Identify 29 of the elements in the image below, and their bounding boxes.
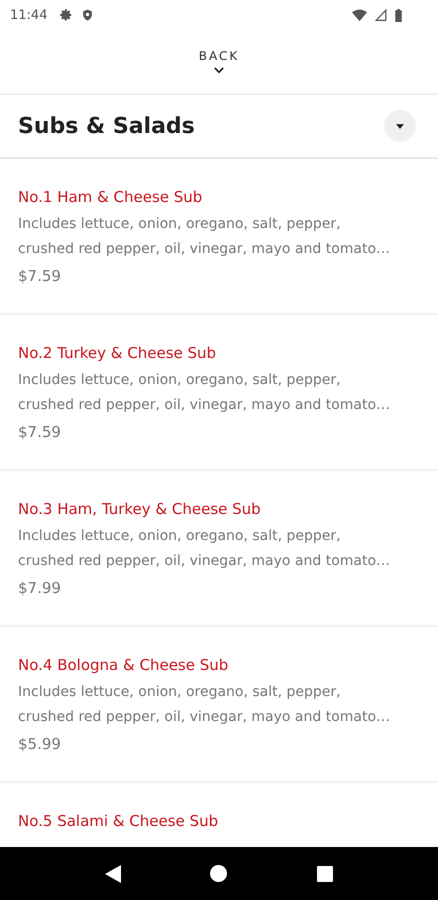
gear-icon — [59, 8, 74, 22]
item-name: No.1 Ham & Cheese Sub — [18, 187, 202, 207]
wifi-icon — [352, 8, 367, 22]
item-name: No.4 Bologna & Cheese Sub — [18, 655, 228, 675]
section-title: Subs & Salads — [18, 114, 195, 138]
item-name: No.3 Ham, Turkey & Cheese Sub — [18, 499, 261, 519]
menu-item[interactable]: No.3 Ham, Turkey & Cheese Sub Includes lettuce, onion, oregano, salt, pepper, crushed red pepper, oil, vinegar, mayo and tomato… $7.99 — [0, 471, 438, 627]
item-description: Includes lettuce, onion, oregano, salt, pepper, crushed red pepper, oil, vinegar, mayo and tomato… — [18, 527, 390, 571]
clock: 11:44 — [10, 8, 48, 22]
item-price: $7.59 — [18, 422, 61, 443]
battery-icon — [395, 8, 402, 22]
item-name: No.2 Turkey & Cheese Sub — [18, 343, 216, 363]
shield-icon — [81, 8, 94, 22]
home-nav-icon[interactable] — [210, 865, 228, 882]
menu-item[interactable]: No.4 Bologna & Cheese Sub Includes lettuce, onion, oregano, salt, pepper, crushed red pepper, oil, vinegar, mayo and tomato… $5.99 — [0, 627, 438, 783]
menu-item[interactable]: No.1 Ham & Cheese Sub Includes lettuce, onion, oregano, salt, pepper, crushed red pepper, oil, vinegar, mayo and tomato… $7.59 — [0, 159, 438, 315]
caret-icon — [396, 124, 404, 128]
chevron-down-icon — [214, 67, 224, 74]
item-description: Includes lettuce, onion, oregano, salt, pepper, crushed red pepper, oil, vinegar, mayo and tomato… — [18, 371, 390, 415]
item-description: Includes lettuce, onion, oregano, salt, pepper, crushed red pepper, oil, vinegar, mayo and tomato… — [18, 683, 390, 727]
item-price: $7.99 — [18, 578, 61, 599]
item-price: $5.99 — [18, 734, 61, 755]
item-name: No.5 Salami & Cheese Sub — [18, 811, 218, 831]
item-description: Includes lettuce, onion, oregano, salt, pepper, crushed red pepper, oil, vinegar, mayo and tomato… — [18, 215, 390, 259]
signal-icon — [375, 9, 387, 21]
item-price: $7.59 — [18, 266, 61, 287]
back-nav-icon[interactable] — [104, 864, 121, 882]
menu-item[interactable]: No.2 Turkey & Cheese Sub Includes lettuce, onion, oregano, salt, pepper, crushed red pepper, oil, vinegar, mayo and tomato… $7.59 — [0, 315, 438, 471]
recents-nav-icon[interactable] — [317, 866, 334, 882]
